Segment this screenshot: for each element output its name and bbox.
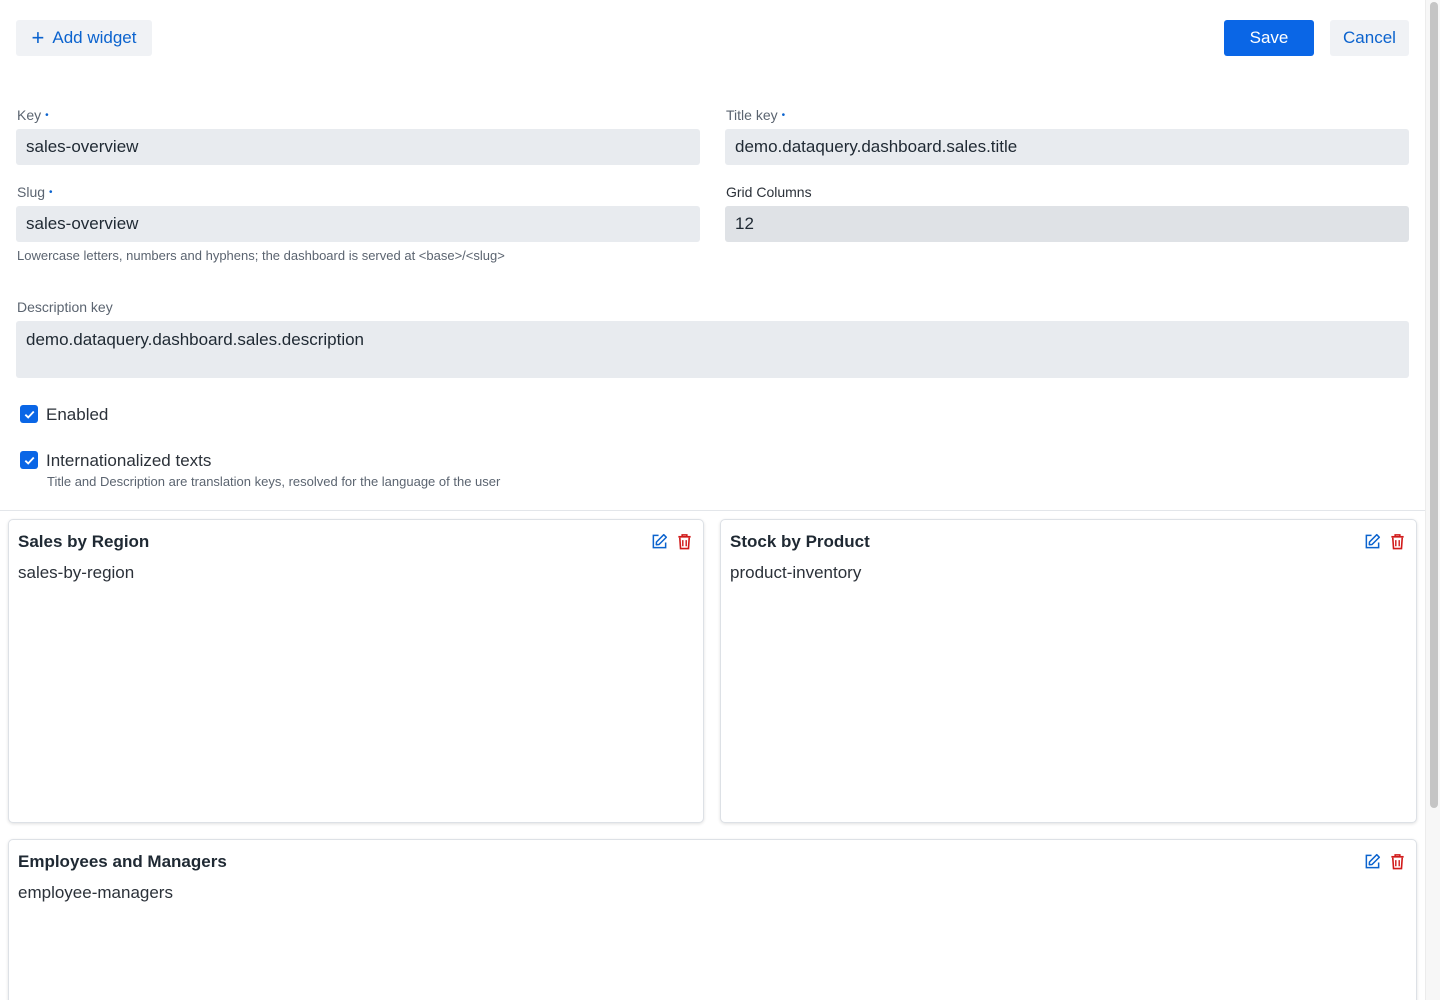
- trash-icon: [1391, 853, 1404, 869]
- edit-widget-button[interactable]: [1364, 532, 1381, 550]
- title-key-label: Title key •: [726, 107, 785, 123]
- required-marker: •: [45, 110, 49, 121]
- check-icon: [24, 410, 34, 419]
- slug-label: Slug •: [17, 184, 53, 200]
- i18n-hint: Title and Description are translation ke…: [47, 474, 501, 489]
- edit-icon: [1365, 853, 1381, 868]
- vertical-scrollbar[interactable]: [1425, 0, 1440, 1000]
- dashboard-editor: + Add widget Save Cancel Key • sales-over…: [0, 0, 1425, 1000]
- slug-label-text: Slug: [17, 184, 46, 200]
- trash-icon: [678, 533, 691, 549]
- widget-card: Employees and Managers employee-managers: [8, 839, 1417, 1000]
- widget-actions: [1364, 852, 1406, 870]
- enabled-checkbox[interactable]: [20, 405, 38, 423]
- widget-actions: [1364, 532, 1406, 550]
- key-label-text: Key: [17, 107, 42, 123]
- plus-icon: +: [31, 25, 45, 50]
- check-icon: [24, 456, 34, 465]
- delete-widget-button[interactable]: [1389, 852, 1406, 870]
- widget-key: sales-by-region: [18, 563, 135, 582]
- widget-card: Stock by Product product-inventory: [720, 519, 1417, 823]
- key-input[interactable]: sales-overview: [16, 129, 700, 165]
- grid-columns-input[interactable]: 12: [725, 206, 1409, 242]
- edit-icon: [652, 533, 668, 548]
- i18n-label: Internationalized texts: [46, 451, 212, 470]
- widget-key: product-inventory: [730, 563, 862, 582]
- cancel-button[interactable]: Cancel: [1330, 20, 1409, 56]
- slug-input[interactable]: sales-overview: [16, 206, 700, 242]
- edit-widget-button[interactable]: [651, 532, 668, 550]
- title-key-input[interactable]: demo.dataquery.dashboard.sales.title: [725, 129, 1409, 165]
- required-marker: •: [781, 110, 786, 121]
- grid-columns-label: Grid Columns: [726, 184, 812, 200]
- enabled-label: Enabled: [46, 405, 109, 424]
- delete-widget-button[interactable]: [676, 532, 693, 550]
- delete-widget-button[interactable]: [1389, 532, 1406, 550]
- description-key-textarea[interactable]: demo.dataquery.dashboard.sales.descripti…: [16, 321, 1409, 378]
- required-marker: •: [49, 187, 53, 198]
- scrollbar-thumb[interactable]: [1430, 2, 1438, 808]
- i18n-checkbox[interactable]: [20, 451, 38, 469]
- widget-title: Stock by Product: [730, 532, 870, 551]
- widget-title: Sales by Region: [18, 532, 150, 551]
- section-divider: [0, 510, 1425, 511]
- trash-icon: [1391, 533, 1404, 549]
- slug-hint: Lowercase letters, numbers and hyphens; …: [17, 248, 505, 263]
- add-widget-label: Add widget: [52, 28, 137, 47]
- widget-card: Sales by Region sales-by-region: [8, 519, 704, 823]
- description-key-label: Description key: [17, 299, 113, 315]
- edit-icon: [1365, 533, 1381, 548]
- widget-key: employee-managers: [18, 883, 173, 902]
- title-key-label-text: Title key: [726, 107, 778, 123]
- edit-widget-button[interactable]: [1364, 852, 1381, 870]
- widget-actions: [651, 532, 693, 550]
- add-widget-button[interactable]: + Add widget: [16, 20, 152, 56]
- key-label: Key •: [17, 107, 49, 123]
- widget-title: Employees and Managers: [18, 852, 227, 871]
- save-button[interactable]: Save: [1224, 20, 1314, 56]
